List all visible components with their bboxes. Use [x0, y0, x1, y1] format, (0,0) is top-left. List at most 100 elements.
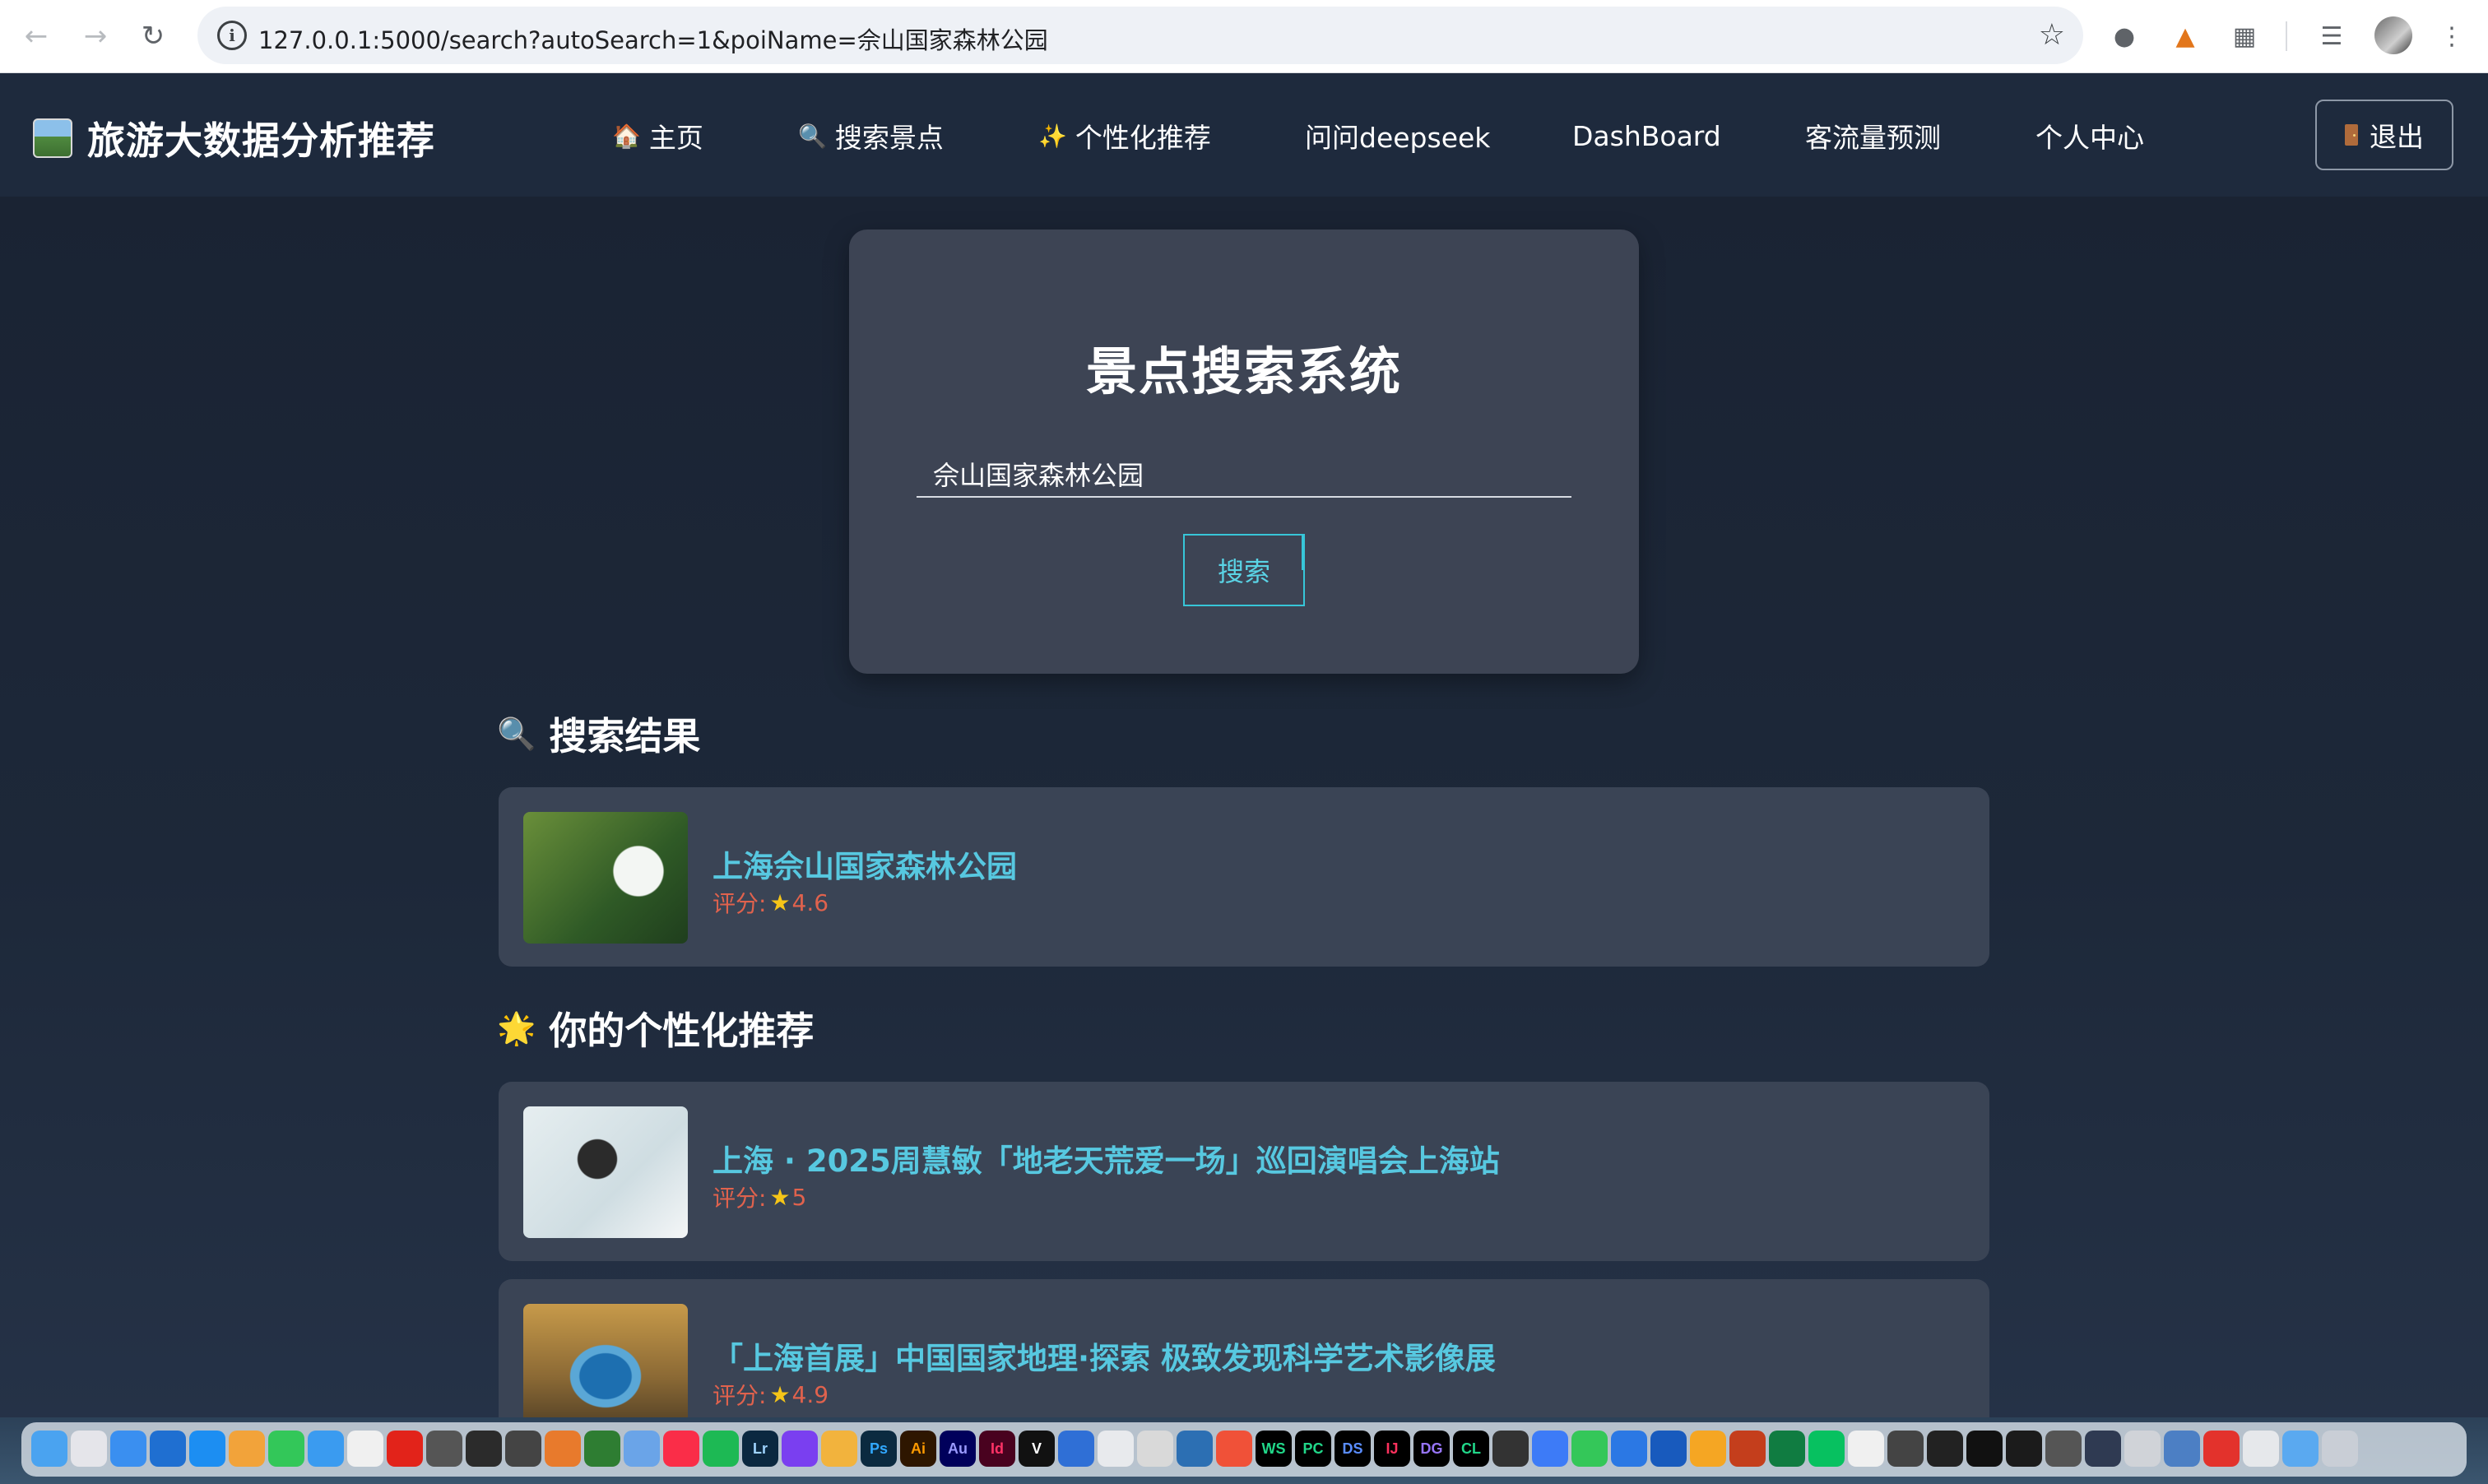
metamask-extension-icon[interactable]: ▲	[2165, 16, 2205, 56]
terminal-icon[interactable]	[1966, 1431, 2003, 1467]
logout-button[interactable]: 退出	[2315, 100, 2453, 170]
app-header: 旅游大数据分析推荐 🏠 主页 🔍 搜索景点 ✨ 个性化推荐 问问deepseek…	[0, 73, 2488, 197]
system-settings-icon[interactable]	[426, 1431, 462, 1467]
photoshop-icon[interactable]: Ps	[861, 1431, 897, 1467]
result-name[interactable]: 上海佘山国家森林公园	[713, 842, 1017, 886]
vscode-icon[interactable]	[1177, 1431, 1213, 1467]
clion-icon[interactable]: CL	[1453, 1431, 1489, 1467]
pages-icon[interactable]	[1690, 1431, 1726, 1467]
photos-icon[interactable]	[229, 1431, 265, 1467]
audition-icon[interactable]: Au	[940, 1431, 976, 1467]
media-control-icon[interactable]: ☰	[2312, 16, 2351, 56]
netease-music-icon[interactable]	[2203, 1431, 2240, 1467]
recommend-name[interactable]: 「上海首展」中国国家地理·探索 极致发现科学艺术影像展	[713, 1333, 1496, 1378]
rating-value: 5	[791, 1183, 807, 1211]
vim-icon[interactable]: V	[1019, 1431, 1055, 1467]
datagrip-icon[interactable]: DG	[1413, 1431, 1450, 1467]
calendar-icon[interactable]	[1058, 1431, 1094, 1467]
numbers-icon[interactable]	[584, 1431, 620, 1467]
recommend-item[interactable]: 上海 · 2025周慧敏「地老天荒爱一场」巡回演唱会上海站 评分: ★ 5	[499, 1082, 1989, 1261]
illustrator-icon[interactable]: Ai	[900, 1431, 936, 1467]
nav-search[interactable]: 🔍 搜索景点	[798, 116, 944, 155]
weibo-extension-icon[interactable]: ●	[2105, 16, 2144, 56]
disk-utility-icon[interactable]	[2045, 1431, 2082, 1467]
magnifier-icon: 🔍	[497, 715, 536, 752]
zotero-icon[interactable]	[1137, 1431, 1173, 1467]
lightroom-icon[interactable]: Lr	[742, 1431, 778, 1467]
profile-avatar[interactable]	[2374, 16, 2412, 54]
vpn-icon[interactable]	[624, 1431, 660, 1467]
charts-icon[interactable]	[1571, 1431, 1608, 1467]
blender-icon[interactable]	[1098, 1431, 1134, 1467]
nav-profile[interactable]: 个人中心	[2035, 116, 2144, 155]
swift-icon[interactable]	[1216, 1431, 1252, 1467]
recommend-thumbnail[interactable]	[523, 1106, 688, 1238]
nav-deepseek-label: 问问deepseek	[1305, 122, 1491, 154]
davinci-icon[interactable]	[505, 1431, 541, 1467]
brand[interactable]: 旅游大数据分析推荐	[33, 111, 435, 165]
excel-icon[interactable]	[1769, 1431, 1805, 1467]
keynote-icon[interactable]	[1611, 1431, 1647, 1467]
recommend-name[interactable]: 上海 · 2025周慧敏「地老天荒爱一场」巡回演唱会上海站	[713, 1136, 1500, 1180]
address-bar[interactable]: i 127.0.0.1:5000/search?autoSearch=1&poi…	[197, 7, 2083, 64]
spotify-icon[interactable]	[703, 1431, 739, 1467]
app-store-icon[interactable]	[189, 1431, 225, 1467]
bookmark-star-icon[interactable]: ☆	[2039, 18, 2065, 52]
back-icon[interactable]: ←	[16, 16, 56, 56]
nav-home[interactable]: 🏠 主页	[612, 116, 703, 155]
music-icon[interactable]	[663, 1431, 699, 1467]
qq-icon[interactable]	[1848, 1431, 1884, 1467]
screen-sharing-icon[interactable]	[2164, 1431, 2200, 1467]
launchpad-icon[interactable]	[71, 1431, 107, 1467]
result-thumbnail[interactable]	[523, 812, 688, 944]
site-info-icon[interactable]: i	[217, 21, 247, 50]
nav-search-label: 搜索景点	[834, 122, 944, 154]
webstorm-icon[interactable]: WS	[1256, 1431, 1292, 1467]
intellij-icon[interactable]: IJ	[1374, 1431, 1410, 1467]
recommend-thumbnail[interactable]	[523, 1304, 688, 1435]
finder-icon[interactable]	[31, 1431, 67, 1467]
fl-studio-icon[interactable]	[545, 1431, 581, 1467]
safari-icon[interactable]	[308, 1431, 344, 1467]
trash-icon[interactable]	[2322, 1431, 2358, 1467]
door-icon	[2345, 124, 2358, 146]
results-title-text: 搜索结果	[549, 714, 701, 758]
wechat-icon[interactable]	[1808, 1431, 1845, 1467]
search-button[interactable]: 搜索	[1183, 534, 1305, 606]
search-input[interactable]	[917, 452, 1571, 498]
result-item[interactable]: 上海佘山国家森林公园 评分: ★ 4.6	[499, 787, 1989, 967]
reload-icon[interactable]: ↻	[133, 16, 173, 56]
youdao-icon[interactable]	[387, 1431, 423, 1467]
indesign-icon[interactable]: Id	[979, 1431, 1015, 1467]
pycharm-icon[interactable]: PC	[1295, 1431, 1331, 1467]
mail-icon[interactable]	[110, 1431, 146, 1467]
chatgpt-icon[interactable]	[1492, 1431, 1529, 1467]
openai-icon[interactable]	[1887, 1431, 1924, 1467]
final-cut-icon[interactable]	[466, 1431, 502, 1467]
downloads-folder-icon[interactable]	[2282, 1431, 2319, 1467]
chrome-icon[interactable]	[347, 1431, 383, 1467]
dataspell-icon[interactable]: DS	[1335, 1431, 1371, 1467]
screenshot-icon[interactable]	[2243, 1431, 2279, 1467]
linear-icon[interactable]	[782, 1431, 818, 1467]
tencent-meeting-icon[interactable]	[1532, 1431, 1568, 1467]
preview-icon[interactable]	[2124, 1431, 2161, 1467]
forward-icon[interactable]: →	[76, 16, 115, 56]
quicktime-icon[interactable]	[2085, 1431, 2121, 1467]
messages-icon[interactable]	[268, 1431, 304, 1467]
outlook-icon[interactable]	[150, 1431, 186, 1467]
recommend-rating: 评分: ★ 5	[713, 1180, 806, 1213]
sketch-icon[interactable]	[821, 1431, 857, 1467]
tabby-icon[interactable]	[1927, 1431, 1963, 1467]
url-text[interactable]: 127.0.0.1:5000/search?autoSearch=1&poiNa…	[258, 21, 1048, 56]
powerpoint-icon[interactable]	[1729, 1431, 1766, 1467]
search-heading: 景点搜索系统	[1085, 341, 1402, 401]
browser-menu-icon[interactable]: ⋮	[2432, 16, 2472, 56]
word-icon[interactable]	[1650, 1431, 1687, 1467]
nav-recommend[interactable]: ✨ 个性化推荐	[1038, 116, 1211, 155]
nav-dashboard[interactable]: DashBoard	[1572, 116, 1721, 155]
nav-deepseek[interactable]: 问问deepseek	[1305, 116, 1490, 155]
activity-monitor-icon[interactable]	[2006, 1431, 2042, 1467]
extensions-puzzle-icon[interactable]: ▦	[2225, 16, 2264, 56]
nav-forecast[interactable]: 客流量预测	[1805, 116, 1941, 155]
